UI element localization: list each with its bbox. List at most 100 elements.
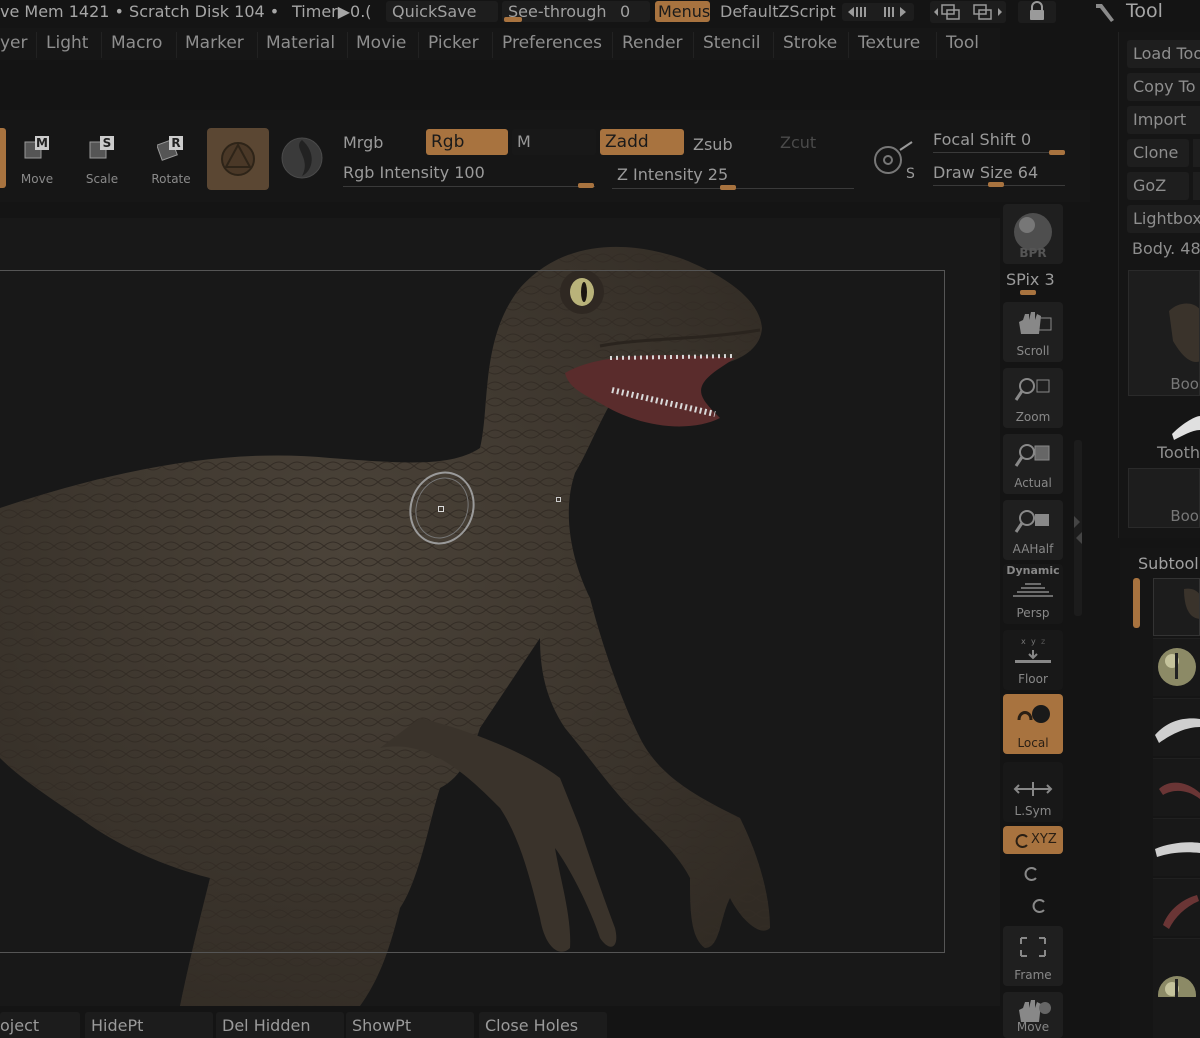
lazy-mouse-button[interactable]: S bbox=[868, 138, 918, 182]
bpr-button[interactable]: BPR bbox=[1003, 204, 1063, 264]
goz-button[interactable]: GoZ bbox=[1127, 172, 1189, 200]
local-button[interactable]: Local bbox=[1003, 694, 1063, 754]
menu-movie[interactable]: Movie bbox=[356, 33, 406, 53]
draw-size-knob[interactable] bbox=[988, 182, 1004, 187]
menu-tool[interactable]: Tool bbox=[946, 33, 979, 53]
goz-all-button[interactable] bbox=[1193, 172, 1200, 200]
tool-thumbnail-body[interactable]: Boo bbox=[1128, 270, 1200, 396]
menu-preferences[interactable]: Preferences bbox=[502, 33, 602, 53]
menu-picker[interactable]: Picker bbox=[428, 33, 479, 53]
copy-tool-button[interactable]: Copy To bbox=[1127, 73, 1200, 101]
hidept-button[interactable]: HidePt bbox=[85, 1012, 213, 1038]
menu-stencil[interactable]: Stencil bbox=[703, 33, 760, 53]
zcut-toggle[interactable]: Zcut bbox=[780, 133, 816, 152]
z-rotate-icon[interactable] bbox=[1028, 896, 1052, 916]
gum-lower-subtool-icon bbox=[1163, 895, 1199, 929]
collapse-arrows-icon[interactable] bbox=[1072, 514, 1084, 544]
subtool-item-eye[interactable] bbox=[1153, 638, 1200, 696]
palette-width-buttons[interactable] bbox=[842, 3, 914, 21]
m-toggle[interactable]: M bbox=[512, 129, 596, 155]
frame-corners-icon bbox=[1020, 937, 1046, 957]
subtool-item-teeth-upper[interactable] bbox=[1153, 698, 1200, 756]
magnifier-zoom-icon bbox=[1014, 378, 1050, 401]
clone-button[interactable]: Clone bbox=[1127, 139, 1189, 167]
zoom-button[interactable]: Zoom bbox=[1003, 368, 1063, 428]
scale-button[interactable]: S Scale bbox=[73, 128, 131, 188]
menu-texture[interactable]: Texture bbox=[858, 33, 920, 53]
mrgb-toggle[interactable]: Mrgb bbox=[343, 133, 383, 152]
local-label: Local bbox=[1017, 736, 1049, 750]
zsub-toggle[interactable]: Zsub bbox=[693, 135, 733, 154]
y-rotate-icon[interactable] bbox=[1020, 864, 1044, 884]
spix-knob[interactable] bbox=[1020, 290, 1036, 295]
lazy-mouse-letter: S bbox=[906, 166, 915, 182]
close-holes-button[interactable]: Close Holes bbox=[479, 1012, 607, 1038]
menus-toggle[interactable]: Menus bbox=[655, 1, 710, 22]
document-canvas[interactable] bbox=[0, 218, 1000, 1006]
tool-thumbnail-tooth[interactable]: Tooth bbox=[1128, 408, 1200, 464]
del-hidden-button[interactable]: Del Hidden bbox=[216, 1012, 344, 1038]
subtool-item-gum-lower[interactable] bbox=[1153, 878, 1200, 936]
lsym-button[interactable]: L.Sym bbox=[1003, 762, 1063, 822]
draw-mode-button[interactable] bbox=[0, 128, 6, 188]
menu-stroke[interactable]: Stroke bbox=[783, 33, 837, 53]
z-intensity-knob[interactable] bbox=[720, 185, 736, 190]
rotate-button[interactable]: R Rotate bbox=[142, 128, 200, 188]
rgb-intensity-knob[interactable] bbox=[578, 183, 594, 188]
menu-light[interactable]: Light bbox=[46, 33, 88, 53]
spix-slider[interactable]: SPix 3 bbox=[1006, 270, 1055, 289]
layout-buttons[interactable] bbox=[930, 1, 1006, 23]
tool-hammer-icon bbox=[1096, 4, 1114, 22]
subtool-item-eye-2[interactable] bbox=[1153, 938, 1200, 1038]
scroll-label: Scroll bbox=[1016, 344, 1050, 358]
rgb-intensity-track[interactable] bbox=[343, 186, 595, 187]
persp-button[interactable]: Dynamic Persp bbox=[1003, 564, 1063, 624]
lightbox-tools-button[interactable]: Lightbox bbox=[1127, 205, 1200, 233]
material-selector[interactable] bbox=[276, 132, 328, 184]
subtool-item-body[interactable] bbox=[1153, 578, 1200, 636]
actual-button[interactable]: Actual bbox=[1003, 434, 1063, 494]
make-polymesh-button[interactable] bbox=[1193, 139, 1200, 167]
import-button[interactable]: Import bbox=[1127, 106, 1200, 134]
menu-macro[interactable]: Macro bbox=[111, 33, 162, 53]
menu-material[interactable]: Material bbox=[266, 33, 335, 53]
move-view-button[interactable]: Move bbox=[1003, 992, 1063, 1038]
scale-label: Scale bbox=[85, 172, 119, 186]
menu-marker[interactable]: Marker bbox=[185, 33, 244, 53]
focal-shift-track[interactable] bbox=[933, 152, 1065, 153]
focal-shift-knob[interactable] bbox=[1049, 150, 1065, 155]
lock-icon bbox=[1030, 1, 1044, 20]
showpt-button[interactable]: ShowPt bbox=[346, 1012, 474, 1038]
frame-button[interactable]: Frame bbox=[1003, 926, 1063, 986]
subtool-item-teeth-lower[interactable] bbox=[1153, 818, 1200, 876]
lsym-label: L.Sym bbox=[1014, 804, 1052, 818]
floor-button[interactable]: x y z Floor bbox=[1003, 630, 1063, 690]
zadd-toggle[interactable]: Zadd bbox=[600, 129, 684, 155]
scroll-button[interactable]: Scroll bbox=[1003, 302, 1063, 362]
tool-thumbnail-body-2[interactable]: Boo bbox=[1128, 468, 1200, 528]
z-intensity-label: Z Intensity 25 bbox=[617, 165, 729, 184]
menu-layer[interactable]: yer bbox=[0, 33, 28, 53]
brush-center-dot bbox=[438, 506, 444, 512]
see-through-value: 0 bbox=[620, 2, 631, 21]
subtool-title[interactable]: Subtool bbox=[1138, 554, 1199, 573]
title-bar: ve Mem 1421 • Scratch Disk 104 • Timer▶0… bbox=[0, 0, 1200, 26]
move-button[interactable]: M Move bbox=[8, 128, 66, 188]
move-gizmo-icon: M bbox=[24, 136, 49, 159]
menu-render[interactable]: Render bbox=[622, 33, 683, 53]
subtool-item-gum-upper[interactable] bbox=[1153, 758, 1200, 816]
lock-button[interactable] bbox=[1018, 1, 1056, 23]
menu-divider bbox=[347, 32, 348, 58]
default-zscript-button[interactable]: DefaultZScript bbox=[714, 1, 838, 22]
see-through-knob[interactable] bbox=[504, 17, 522, 22]
quicksave-button[interactable]: QuickSave bbox=[386, 1, 498, 22]
subtool-scroll-knob[interactable] bbox=[1133, 578, 1140, 628]
object-button[interactable]: oject bbox=[0, 1012, 80, 1038]
xyz-rotate-button[interactable]: XYZ bbox=[1003, 826, 1063, 854]
see-through-slider[interactable]: See-through 0 bbox=[502, 1, 650, 22]
width-arrows-icon bbox=[848, 7, 906, 17]
load-tool-button[interactable]: Load Too bbox=[1127, 40, 1200, 68]
rgb-toggle[interactable]: Rgb bbox=[426, 129, 508, 155]
brush-selector[interactable] bbox=[207, 128, 269, 190]
aahalf-button[interactable]: AAHalf bbox=[1003, 500, 1063, 560]
